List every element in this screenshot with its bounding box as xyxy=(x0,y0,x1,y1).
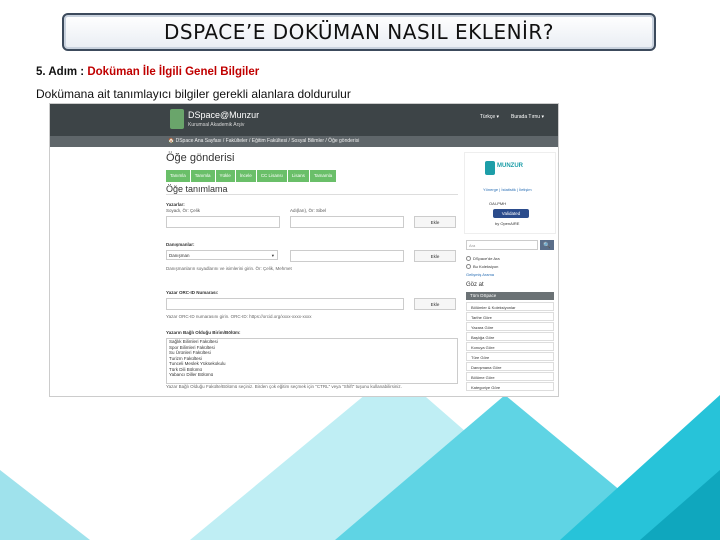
browse-item[interactable]: Kategoriye Göre xyxy=(466,382,554,391)
surname-sublabel: Soyadı, Ör: Çelik xyxy=(166,208,201,213)
breadcrumb[interactable]: 🏠 DSpace Ana Sayfası / Fakülteler / Eğit… xyxy=(168,138,359,144)
oai-label: OAI-PMH xyxy=(489,201,507,206)
advisor-label: Danışmanlar: xyxy=(166,242,195,247)
site-subtitle: Kurumsal Akademik Arşiv xyxy=(188,122,245,128)
site-name: DSpace@Munzur xyxy=(188,110,260,120)
radio-search-collection[interactable]: Bu Koleksiyon xyxy=(466,264,499,270)
site-logo-icon xyxy=(170,109,184,129)
tab-upload[interactable]: Yükle xyxy=(215,170,235,182)
department-hint: Yazar Bağlı Olduğu Fakülte/Bölümü seçini… xyxy=(166,384,402,389)
sidebar: MUNZUR Yönerge | İstatistik | İletişim O… xyxy=(464,152,556,396)
tab-describe-2[interactable]: Tanımla xyxy=(190,170,215,182)
add-advisor-button[interactable]: Ekle xyxy=(414,250,456,262)
browse-item[interactable]: Bölüme Göre xyxy=(466,372,554,381)
header-links: Türkçe ▾ Burada Tırnu ▾ xyxy=(480,114,544,120)
search-input[interactable]: Ara xyxy=(466,240,538,250)
site-header: DSpace@Munzur Kurumsal Akademik Arşiv Tü… xyxy=(50,104,558,136)
section-title: Öğe tanımlama xyxy=(166,184,458,195)
openaire-label: by OpenAIRE xyxy=(495,221,520,226)
sidebar-links[interactable]: Yönerge | İstatistik | İletişim xyxy=(483,187,532,192)
radio-search-dspace[interactable]: DSpace'de Ara xyxy=(466,256,500,262)
browse-item[interactable]: Yazara Göre xyxy=(466,322,554,331)
advisor-name-input[interactable] xyxy=(290,250,404,262)
slide-title-box: DSPACE’E DOKÜMAN NASIL EKLENİR? xyxy=(62,13,656,51)
tab-cc-license[interactable]: CC Lisansı xyxy=(256,170,287,182)
radio-label: Bu Koleksiyon xyxy=(473,264,499,269)
progress-tabs: Tanımla Tanımla Yükle İncele CC Lisansı … xyxy=(166,170,337,182)
tab-complete[interactable]: Tamamla xyxy=(309,170,337,182)
advanced-search-link[interactable]: Gelişmiş Arama xyxy=(466,272,494,277)
tab-describe-1[interactable]: Tanımla xyxy=(166,170,190,182)
advisor-select[interactable]: Danışman ▾ xyxy=(166,250,278,260)
add-orcid-button[interactable]: Ekle xyxy=(414,298,456,310)
chevron-down-icon: ▾ xyxy=(271,253,274,258)
tab-license[interactable]: Lisans xyxy=(287,170,309,182)
department-listbox[interactable]: Sağlık Bilimleri Fakültesi Spor Bilimler… xyxy=(166,338,458,384)
page-title: Öğe gönderisi xyxy=(166,152,235,164)
browse-item[interactable]: Konuya Göre xyxy=(466,342,554,351)
embedded-screenshot: DSpace@Munzur Kurumsal Akademik Arşiv Tü… xyxy=(50,104,558,396)
add-author-button[interactable]: Ekle xyxy=(414,216,456,228)
openaire-badge[interactable]: Validated xyxy=(493,209,529,218)
author-surname-input[interactable] xyxy=(166,216,280,228)
step-line: 5. Adım : Doküman İle İlgili Genel Bilgi… xyxy=(36,66,259,78)
user-menu[interactable]: Burada Tırnu ▾ xyxy=(511,114,544,120)
department-label: Yazarın Bağlı Olduğu Birim/Bölüm: xyxy=(166,330,241,335)
munzur-logo-text: MUNZUR xyxy=(497,163,523,169)
step-description: Dokümana ait tanımlayıcı bilgiler gerekl… xyxy=(36,87,351,101)
given-name-sublabel: Adı(ları), Ör: Sibel xyxy=(290,208,327,213)
radio-label: DSpace'de Ara xyxy=(473,256,500,261)
orcid-label: Yazar ORC-ID Numarası: xyxy=(166,290,219,295)
advisor-value: Danışman xyxy=(169,253,190,258)
author-given-input[interactable] xyxy=(290,216,404,228)
advisor-hint: Danışmanların soyadlarını ve isimlerini … xyxy=(166,266,292,271)
step-number: 5. Adım : xyxy=(36,66,85,78)
submission-form: Öğe gönderisi Tanımla Tanımla Yükle İnce… xyxy=(166,152,462,396)
browse-heading: Göz at xyxy=(466,282,484,288)
browse-item[interactable]: Türe Göre xyxy=(466,352,554,361)
radio-icon xyxy=(466,256,471,262)
step-text: Doküman İle İlgili Genel Bilgiler xyxy=(87,66,260,78)
language-menu[interactable]: Türkçe ▾ xyxy=(480,114,499,120)
orcid-hint: Yazar ORC-ID numarasını girin. ORC-ID: h… xyxy=(166,314,312,319)
browse-active-item[interactable]: Tüm DSpace xyxy=(466,292,554,300)
munzur-logo-icon xyxy=(485,161,495,175)
tab-review[interactable]: İncele xyxy=(235,170,256,182)
author-label: Yazarlar: xyxy=(166,202,185,207)
search-icon[interactable]: 🔍 xyxy=(540,240,554,250)
sidebar-brand-box: MUNZUR Yönerge | İstatistik | İletişim O… xyxy=(464,152,556,234)
browse-item[interactable]: Danışmana Göre xyxy=(466,362,554,371)
radio-icon xyxy=(466,264,471,270)
list-item[interactable]: Yabancı Diller Bölümü xyxy=(167,372,457,378)
browse-item[interactable]: Tarihe Göre xyxy=(466,312,554,321)
browse-item[interactable]: Bölümler & Koleksiyonlar xyxy=(466,302,554,311)
browse-item[interactable]: Başlığa Göre xyxy=(466,332,554,341)
breadcrumb-bar: 🏠 DSpace Ana Sayfası / Fakülteler / Eğit… xyxy=(50,136,558,147)
orcid-input[interactable] xyxy=(166,298,404,310)
slide-title: DSPACE’E DOKÜMAN NASIL EKLENİR? xyxy=(164,20,554,44)
